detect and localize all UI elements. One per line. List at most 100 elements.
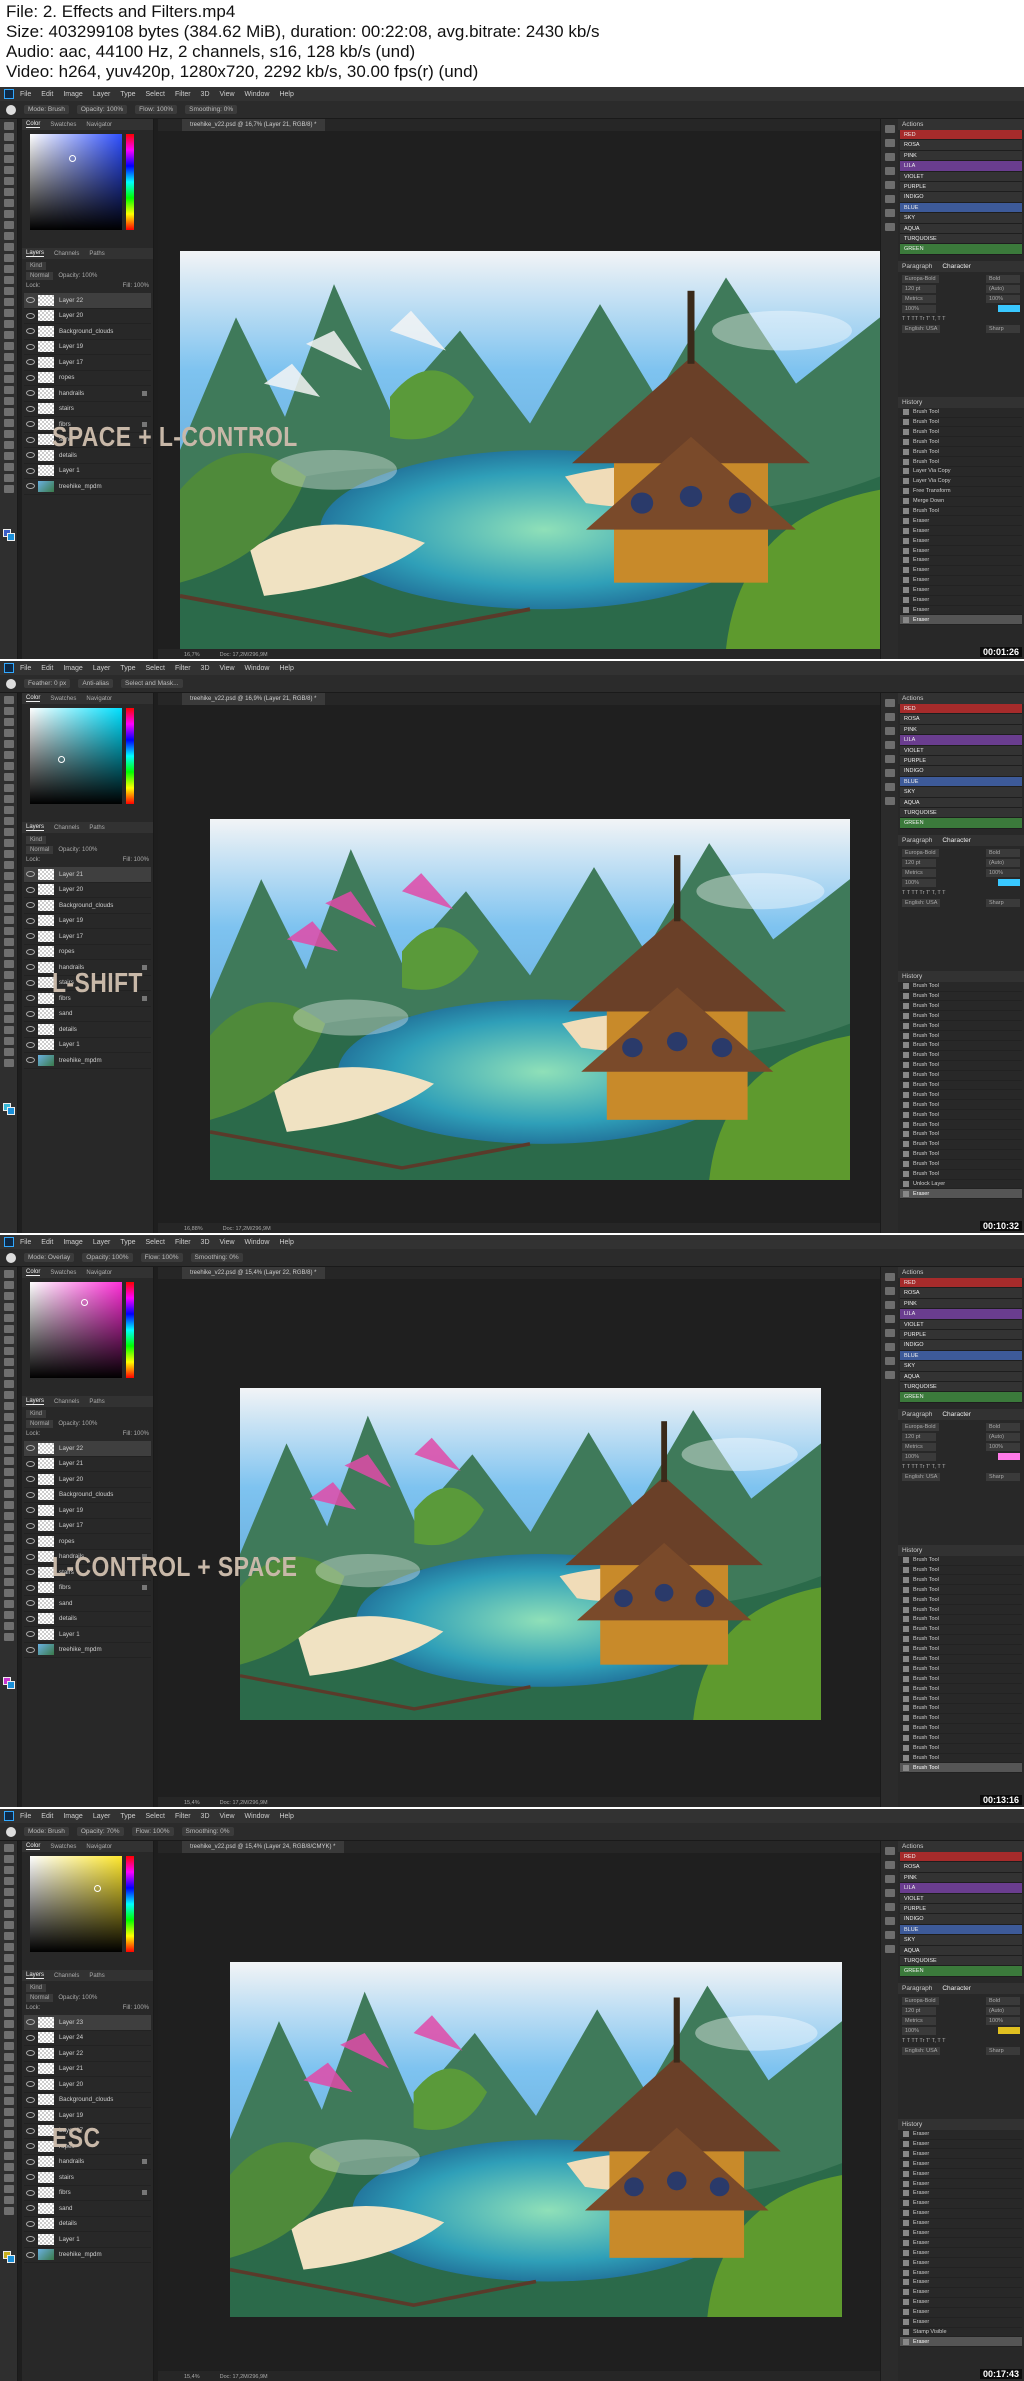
tool-option[interactable]: Anti-alias: [78, 679, 114, 688]
history-title[interactable]: History: [902, 2121, 922, 2128]
tab-layers[interactable]: Layers: [26, 824, 45, 831]
tool-icon[interactable]: [3, 916, 14, 924]
eye-icon[interactable]: [26, 1615, 35, 1622]
tab-color[interactable]: Color: [26, 121, 41, 128]
panel-icon[interactable]: [884, 1273, 895, 1281]
layer-row[interactable]: Background_clouds: [24, 898, 151, 914]
action-item[interactable]: PINK: [900, 724, 1022, 736]
tool-icon[interactable]: [3, 1059, 14, 1067]
action-item[interactable]: PURPLE: [900, 181, 1022, 193]
layer-row[interactable]: Layer 22: [24, 293, 151, 309]
tool-option[interactable]: Opacity: 70%: [76, 1827, 124, 1836]
tab-paths[interactable]: Paths: [89, 1399, 104, 1405]
layer-row[interactable]: Layer 1: [24, 1627, 151, 1643]
history-state[interactable]: Brush Tool: [900, 1120, 1022, 1131]
history-state[interactable]: Eraser: [900, 566, 1022, 576]
opacity-field[interactable]: Opacity: 100%: [58, 847, 97, 853]
leading-field[interactable]: (Auto): [986, 858, 1020, 867]
layer-row[interactable]: treehike_mpdm: [24, 1053, 151, 1069]
layer-row[interactable]: Layer 21: [24, 1457, 151, 1472]
panel-icon[interactable]: [884, 1903, 895, 1911]
layer-row[interactable]: Layer 21: [24, 867, 151, 883]
history-state[interactable]: Brush Tool: [900, 1575, 1022, 1586]
layer-row[interactable]: handrails: [24, 2155, 151, 2170]
history-state[interactable]: Brush Tool: [900, 1110, 1022, 1121]
eye-icon[interactable]: [26, 2096, 35, 2103]
filter-kind-select[interactable]: Kind: [26, 262, 47, 270]
action-item[interactable]: SKY: [900, 787, 1022, 798]
tool-icon[interactable]: [3, 155, 14, 163]
action-item[interactable]: VIOLET: [900, 1319, 1022, 1330]
history-state[interactable]: Eraser: [900, 576, 1022, 586]
history-state[interactable]: Brush Tool: [900, 1615, 1022, 1625]
tab-channels[interactable]: Channels: [54, 1399, 79, 1405]
layer-row[interactable]: treehike_mpdm: [24, 479, 151, 495]
eye-icon[interactable]: [26, 964, 35, 971]
eye-icon[interactable]: [26, 917, 35, 924]
leading-field[interactable]: (Auto): [986, 2006, 1020, 2015]
hue-slider[interactable]: [126, 708, 134, 804]
action-item[interactable]: INDIGO: [900, 766, 1022, 777]
font-size-field[interactable]: 120 pt: [902, 2006, 936, 2015]
panel-icon[interactable]: [884, 769, 895, 777]
history-state[interactable]: Eraser: [900, 536, 1022, 547]
eye-icon[interactable]: [26, 390, 35, 397]
eye-icon[interactable]: [26, 1476, 35, 1483]
layer-row[interactable]: Layer 24: [24, 2031, 151, 2046]
tool-icon[interactable]: [3, 2163, 14, 2171]
tool-icon[interactable]: [3, 254, 14, 262]
tool-icon[interactable]: [3, 1578, 14, 1586]
eye-icon[interactable]: [26, 297, 35, 304]
tool-icon[interactable]: [3, 342, 14, 350]
history-state[interactable]: Eraser: [900, 2268, 1022, 2279]
tracking-field[interactable]: 100%: [986, 294, 1020, 303]
actions-title[interactable]: Actions: [902, 1269, 923, 1276]
layer-row[interactable]: Layer 19: [24, 340, 151, 355]
tool-icon[interactable]: [3, 1954, 14, 1962]
history-state[interactable]: Eraser: [900, 2169, 1022, 2180]
panel-icon[interactable]: [884, 139, 895, 147]
eye-icon[interactable]: [26, 374, 35, 381]
history-state[interactable]: Brush Tool: [900, 1100, 1022, 1111]
tool-icon[interactable]: [3, 872, 14, 880]
text-color-swatch[interactable]: [998, 1453, 1020, 1461]
history-state[interactable]: Brush Tool: [900, 1635, 1022, 1645]
eye-icon[interactable]: [26, 1460, 35, 1467]
tool-icon[interactable]: [3, 971, 14, 979]
font-style-select[interactable]: Bold: [986, 274, 1020, 283]
history-state[interactable]: Eraser: [900, 2130, 1022, 2140]
antialias-select[interactable]: Sharp: [986, 324, 1020, 333]
eye-icon[interactable]: [26, 1600, 35, 1607]
saturation-value-field[interactable]: [30, 1282, 122, 1378]
eye-icon[interactable]: [26, 995, 35, 1002]
action-item[interactable]: TURQUOISE: [900, 1381, 1022, 1393]
panel-icon[interactable]: [884, 1861, 895, 1869]
tab-color[interactable]: Color: [26, 695, 41, 702]
eye-icon[interactable]: [26, 421, 35, 428]
history-state[interactable]: Eraser: [900, 2219, 1022, 2229]
tool-icon[interactable]: [3, 993, 14, 1001]
history-state[interactable]: Brush Tool: [900, 1071, 1022, 1081]
eye-icon[interactable]: [26, 2019, 35, 2026]
panel-icon[interactable]: [884, 1875, 895, 1883]
history-state[interactable]: Brush Tool: [900, 1130, 1022, 1140]
font-style-select[interactable]: Bold: [986, 1422, 1020, 1431]
tool-icon[interactable]: [3, 419, 14, 427]
history-state[interactable]: Eraser: [900, 1189, 1022, 1200]
eye-icon[interactable]: [26, 1584, 35, 1591]
tool-icon[interactable]: [3, 2196, 14, 2204]
blend-mode-select[interactable]: Normal: [26, 272, 54, 280]
history-state[interactable]: Eraser: [900, 556, 1022, 566]
font-family-select[interactable]: Europa-Bold: [902, 848, 939, 857]
layer-row[interactable]: Layer 1: [24, 2232, 151, 2248]
eye-icon[interactable]: [26, 1569, 35, 1576]
tool-icon[interactable]: [3, 463, 14, 471]
tool-icon[interactable]: [3, 1325, 14, 1333]
layer-row[interactable]: Layer 1: [24, 464, 151, 479]
menu-item-layer[interactable]: Layer: [93, 91, 111, 98]
tool-icon[interactable]: [3, 2042, 14, 2050]
tool-option[interactable]: Flow: 100%: [135, 105, 178, 114]
tool-icon[interactable]: [3, 1413, 14, 1421]
eye-icon[interactable]: [26, 1026, 35, 1033]
tool-icon[interactable]: [3, 397, 14, 405]
